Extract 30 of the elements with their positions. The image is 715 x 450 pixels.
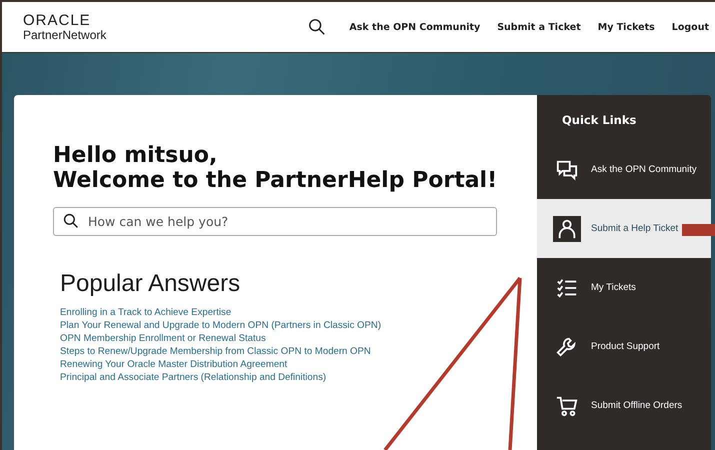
wrench-icon (556, 336, 578, 358)
welcome-heading: Welcome to the PartnerHelp Portal! (53, 168, 498, 194)
quick-link[interactable]: My Tickets (537, 258, 711, 317)
answer-link[interactable]: Renewing Your Oracle Master Distribution Agreement (60, 358, 537, 371)
logo-wordmark: ORACLE (23, 13, 92, 28)
cart-icon (556, 394, 578, 416)
quick-link[interactable]: Ask the OPN Community (537, 140, 711, 199)
person-icon (556, 218, 578, 240)
answer-link[interactable]: OPN Membership Enrollment or Renewal Status (60, 332, 537, 345)
nav-link[interactable]: Logout (672, 22, 709, 32)
quick-link[interactable]: Submit Offline Orders (537, 376, 711, 435)
nav-link[interactable]: Submit a Ticket (497, 22, 581, 32)
search-field[interactable]: How can we help you? (53, 206, 497, 236)
greeting-heading: Hello mitsuo, (53, 143, 218, 168)
callout-marker (682, 224, 715, 236)
logo-subtitle: PartnerNetwork (23, 29, 106, 41)
nav-link[interactable]: My Tickets (598, 22, 655, 32)
quick-link[interactable]: Submit a Help Ticket (537, 199, 711, 258)
search-icon (63, 212, 79, 229)
section-heading: Popular Answers (60, 270, 242, 298)
search-icon[interactable] (308, 18, 326, 36)
nav-link[interactable]: Ask the OPN Community (349, 22, 480, 32)
chat-icon (556, 158, 578, 180)
answer-link[interactable]: Principal and Associate Partners (Relationship and Definitions) (60, 370, 537, 384)
answer-link[interactable]: Plan Your Renewal and Upgrade to Modern OPN (Partners in Classic OPN) (60, 318, 537, 332)
panel-title: Quick Links (561, 112, 638, 129)
answer-link[interactable]: Steps to Renew/Upgrade Membership from Classic OPN to Modern OPN (60, 344, 537, 358)
answer-link[interactable]: Enrolling in a Track to Achieve Expertise (60, 306, 537, 319)
quick-link[interactable]: Product Support (537, 317, 711, 376)
checklist-icon (556, 276, 578, 298)
